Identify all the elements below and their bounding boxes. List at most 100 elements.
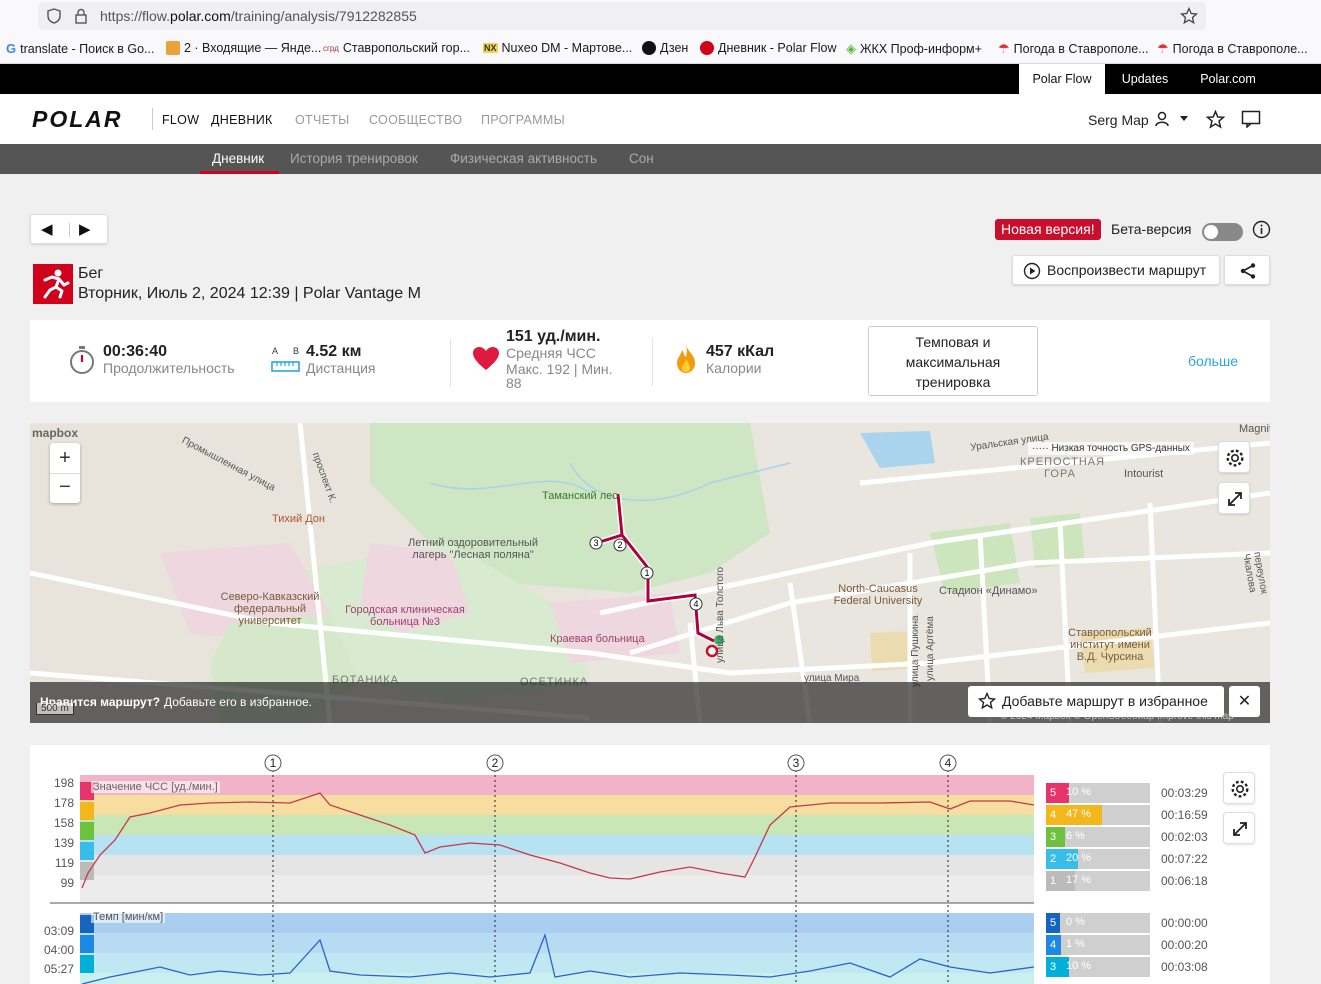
new-version-badge[interactable]: Новая версия!: [995, 219, 1101, 240]
bookmark-item[interactable]: 2 · Входящие — Янде...: [166, 41, 321, 55]
more-link[interactable]: больше: [1188, 353, 1238, 369]
map-label: Городская клиническая больница №3: [345, 604, 465, 628]
hr-zone-time: 00:16:59: [1161, 808, 1208, 822]
pace-zone-band: [80, 953, 1034, 973]
subnav-activity[interactable]: Физическая активность: [450, 151, 597, 166]
route-map[interactable]: 3 2 1 4 mapbox + − ····· Низкая точность…: [30, 423, 1270, 723]
nav-item-programs[interactable]: ПРОГРАММЫ: [481, 113, 565, 127]
nav-item-diary[interactable]: ДНЕВНИК: [211, 113, 273, 127]
hr-zone-percent: 20 %: [1066, 852, 1092, 864]
chart-fullscreen-button[interactable]: [1223, 812, 1255, 844]
subnav-history[interactable]: История тренировок: [290, 151, 418, 166]
map-label: улица Пушкина: [910, 615, 921, 687]
subnav-sleep[interactable]: Сон: [629, 151, 654, 166]
pace-zone-fill: [1060, 935, 1061, 955]
hr-zone-row: 4 47 %: [1046, 805, 1150, 825]
hr-zone-row: 3 6 %: [1046, 827, 1150, 847]
favorite-prompt-bar: Нравится маршрут? Добавьте его в избранн…: [30, 682, 1270, 723]
next-arrow-icon[interactable]: ▶: [79, 220, 91, 238]
prev-arrow-icon[interactable]: ◀: [41, 220, 53, 238]
polar-logo[interactable]: POLAR: [32, 106, 123, 133]
pace-axis-tick: 03:09: [43, 924, 74, 938]
top-links-bar: Polar Flow Updates Polar.com: [0, 64, 1321, 94]
beta-toggle[interactable]: [1202, 223, 1243, 241]
zoom-in-button[interactable]: +: [50, 443, 80, 473]
pace-chart-title: Темп [мин/км]: [91, 911, 166, 923]
calories-value: 457 кКал: [706, 343, 775, 360]
map-lap-marker: 3: [593, 538, 598, 548]
pace-zone-number: 5: [1046, 913, 1060, 933]
lap-number: 4: [945, 756, 952, 770]
browser-toolbar: https://flow.polar.com/training/analysis…: [0, 0, 1321, 32]
hr-zone-band: [80, 875, 1034, 903]
map-scale: 500 m: [36, 703, 74, 715]
mail-icon: [166, 41, 180, 55]
bookmark-item[interactable]: Дневник - Polar Flow: [700, 41, 836, 55]
updates-link[interactable]: Updates: [1110, 64, 1180, 94]
pace-axis-tick: 04:00: [43, 943, 74, 957]
info-icon[interactable]: [1252, 220, 1271, 239]
bookmark-item[interactable]: Дзен: [642, 41, 688, 55]
polar-flow-link[interactable]: Polar Flow: [1019, 64, 1105, 94]
bookmark-item[interactable]: ☂ Погода в Ставрополе...: [1157, 41, 1308, 57]
calories-label: Калории: [706, 360, 762, 376]
shield-icon: [47, 8, 61, 24]
chart-settings-button[interactable]: [1223, 772, 1255, 804]
pace-zone-marker: [80, 935, 94, 953]
user-dropdown-icon[interactable]: [1154, 111, 1188, 127]
hr-zone-time: 00:06:18: [1161, 874, 1208, 888]
map-label: Тихий Дон: [272, 513, 325, 525]
lap-number: 2: [492, 756, 499, 770]
pace-zone-time: 00:03:08: [1161, 960, 1208, 974]
subnav-diary[interactable]: Дневник: [212, 151, 264, 166]
pace-zone-row: 4 1 %: [1046, 935, 1150, 955]
hr-axis-tick: 178: [53, 796, 74, 810]
pace-zone-percent: 10 %: [1066, 960, 1092, 972]
duration-label: Продолжительность: [103, 360, 235, 376]
toggle-knob: [1204, 225, 1218, 239]
lap-number: 3: [793, 756, 800, 770]
dzen-icon: [642, 41, 656, 55]
nav-item-community[interactable]: СООБЩЕСТВО: [369, 113, 462, 127]
map-settings-button[interactable]: [1218, 441, 1250, 473]
map-label: Ставропольский институт имени В.Д. Чурси…: [1068, 627, 1152, 663]
bookmarks-bar: Gtranslate - Поиск в Go... 2 · Входящие …: [0, 32, 1321, 64]
messages-icon[interactable]: [1241, 110, 1261, 128]
pace-zone-marker: [80, 955, 94, 973]
flame-icon: [677, 345, 695, 373]
polar-icon: [700, 41, 714, 55]
hr-zone-band: [80, 795, 1034, 815]
nuxeo-icon: NX: [483, 43, 498, 53]
session-datetime: Вторник, Июль 2, 2024 12:39 | Polar Vant…: [78, 285, 421, 302]
lock-icon: [75, 8, 87, 24]
hr-zone-number: 4: [1046, 805, 1060, 825]
gear-icon: [1231, 780, 1249, 798]
zoom-out-button[interactable]: −: [50, 473, 80, 503]
pace-zone-time: 00:00:20: [1161, 938, 1208, 952]
replay-route-button[interactable]: Воспроизвести маршрут: [1012, 255, 1220, 285]
replay-route-label: Воспроизвести маршрут: [1047, 262, 1207, 278]
address-bar[interactable]: https://flow.polar.com/training/analysis…: [38, 2, 1206, 30]
favorites-star-icon[interactable]: [1206, 110, 1225, 129]
bookmark-item[interactable]: ◈ ЖКХ Проф-информ+: [846, 41, 982, 57]
pace-axis-tick: 05:27: [43, 962, 74, 976]
divider: [69, 223, 70, 237]
map-fullscreen-button[interactable]: [1218, 482, 1250, 514]
nav-item-reports[interactable]: ОТЧЕТЫ: [295, 113, 350, 127]
star-bookmark-icon[interactable]: [1180, 7, 1198, 25]
bookmark-item[interactable]: Gtranslate - Поиск в Go...: [6, 41, 155, 56]
divider: [152, 108, 153, 130]
divider: [450, 338, 451, 386]
user-name[interactable]: Serg Map: [1088, 112, 1149, 128]
active-tab-indicator: [200, 171, 279, 174]
bookmark-item[interactable]: ☂ Погода в Ставрополе...: [998, 41, 1149, 57]
training-benefit: Темповая и максимальная тренировка: [868, 326, 1038, 396]
share-button[interactable]: [1224, 255, 1270, 285]
bookmark-item[interactable]: NX Nuxeo DM - Мартове...: [483, 41, 632, 55]
bookmark-item[interactable]: сгрд Ставропольский гор...: [323, 41, 470, 55]
map-label: улица Артёма: [925, 616, 936, 681]
pace-zone-band: [80, 913, 1034, 933]
polarcom-link[interactable]: Polar.com: [1188, 64, 1268, 94]
gear-icon: [1226, 449, 1244, 467]
map-lap-marker: 4: [693, 599, 698, 609]
